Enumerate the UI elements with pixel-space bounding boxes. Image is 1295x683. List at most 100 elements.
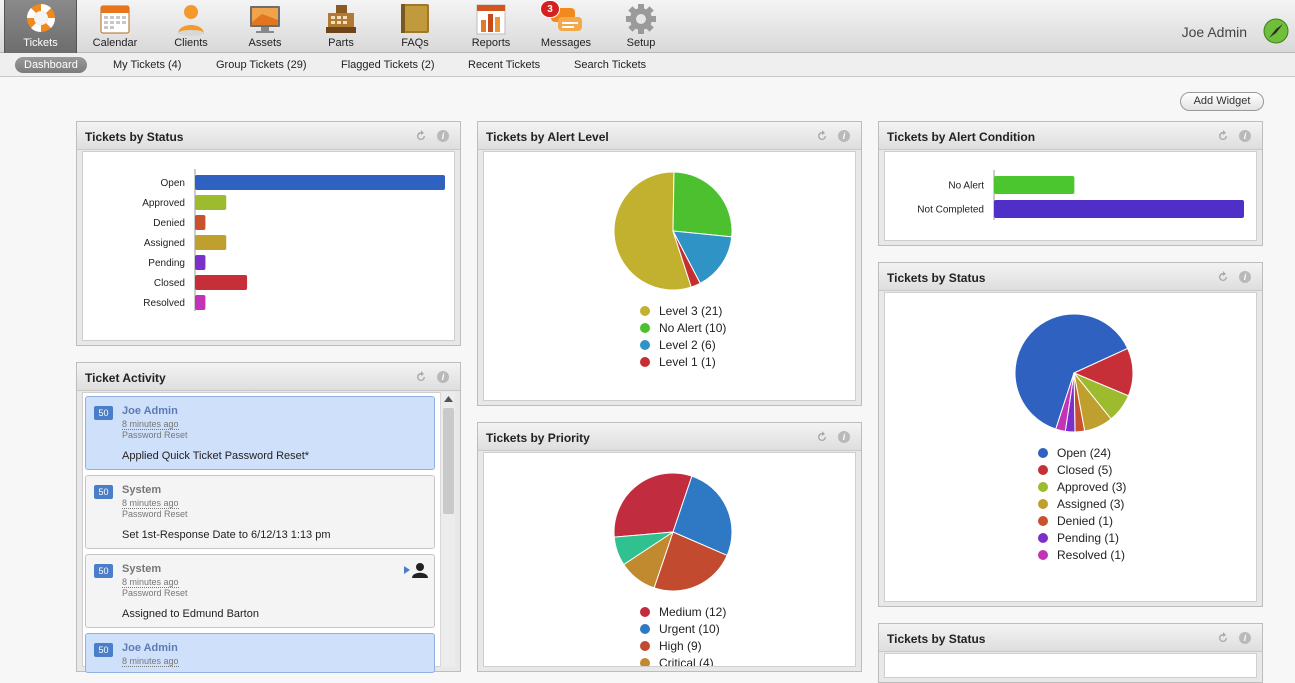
activity-author: System	[122, 563, 162, 575]
legend-item: Level 3 (21)	[640, 303, 726, 320]
info-icon[interactable]: i	[1239, 632, 1251, 644]
nav-faqs[interactable]: FAQs	[380, 0, 450, 53]
alert-level-legend: Level 3 (21) No Alert (10) Level 2 (6) Leve…	[640, 303, 726, 371]
priority-legend: Medium (12) Urgent (10) High (9) Critical (…	[640, 604, 726, 667]
info-icon[interactable]: i	[838, 431, 850, 443]
nav-label: Reports	[471, 37, 511, 49]
refresh-icon[interactable]	[415, 371, 427, 383]
info-icon[interactable]: i	[437, 130, 449, 142]
legend-item: Medium (12)	[640, 604, 726, 621]
refresh-icon[interactable]	[415, 130, 427, 142]
nav-setup[interactable]: Setup	[606, 0, 676, 53]
pie-slice[interactable]	[672, 171, 733, 238]
widget-title: Ticket Activity	[85, 371, 166, 385]
legend-label: Level 2 (6)	[659, 338, 716, 352]
widget-title: Tickets by Status	[887, 271, 986, 285]
nav-label: Assets	[248, 37, 282, 49]
subtab-dashboard[interactable]: Dashboard	[15, 57, 87, 73]
refresh-icon[interactable]	[816, 130, 828, 142]
nav-assets[interactable]: Assets	[230, 0, 300, 53]
legend-label: Open (24)	[1057, 446, 1112, 460]
nav-tickets[interactable]: Tickets	[4, 0, 77, 53]
nav-label: Parts	[328, 37, 354, 49]
status-pie-legend: Open (24) Closed (5) Approved (3) Assigned …	[1038, 445, 1126, 564]
widget-header: Ticket Activity i	[77, 363, 460, 391]
compass-status-icon[interactable]	[1263, 18, 1289, 44]
activity-item[interactable]: 50 System 8 minutes ago Password Reset S…	[85, 475, 435, 549]
bar[interactable]	[994, 176, 1075, 194]
refresh-icon[interactable]	[1217, 271, 1229, 283]
widget-header: Tickets by Status i	[77, 122, 460, 150]
legend-item: Assigned (3)	[1038, 496, 1126, 513]
ticket-number-badge: 50	[94, 564, 113, 578]
nav-label: Tickets	[23, 37, 58, 49]
bar[interactable]	[195, 275, 248, 290]
bar[interactable]	[195, 175, 445, 190]
activity-time: 8 minutes ago	[122, 498, 179, 509]
bar[interactable]	[195, 235, 227, 250]
activity-item[interactable]: 50 Joe Admin 8 minutes ago	[85, 633, 435, 673]
nav-calendar[interactable]: Calendar	[80, 0, 150, 53]
legend-label: Approved (3)	[1057, 480, 1127, 494]
info-icon[interactable]: i	[1239, 130, 1251, 142]
activity-item[interactable]: 50 Joe Admin 8 minutes ago Password Rese…	[85, 396, 435, 470]
legend-item: Resolved (1)	[1038, 547, 1126, 564]
subtab-flagged-tickets[interactable]: Flagged Tickets (2)	[332, 57, 444, 73]
subtab-my-tickets[interactable]: My Tickets (4)	[104, 57, 190, 73]
legend-swatch	[640, 357, 650, 367]
legend-label: Closed (5)	[1057, 463, 1113, 477]
nav-clients[interactable]: Clients	[156, 0, 226, 53]
widget-title: Tickets by Status	[887, 632, 986, 646]
widget-title: Tickets by Alert Condition	[887, 130, 1036, 144]
legend-label: No Alert (10)	[659, 321, 727, 335]
subtab-search-tickets[interactable]: Search Tickets	[565, 57, 655, 73]
refresh-icon[interactable]	[1217, 130, 1229, 142]
legend-swatch	[640, 624, 650, 634]
legend-label: Critical (4)	[659, 656, 714, 667]
activity-message: Assigned to Edmund Barton	[122, 608, 259, 620]
refresh-icon[interactable]	[816, 431, 828, 443]
subtab-recent-tickets[interactable]: Recent Tickets	[459, 57, 549, 73]
nav-messages[interactable]: 3 Messages	[531, 0, 601, 53]
bar[interactable]	[195, 215, 206, 230]
legend-label: High (9)	[659, 639, 702, 653]
widget-priority: Tickets by Priority i Medium (12) Urgent …	[477, 422, 862, 672]
bar-category-label: Assigned	[144, 238, 185, 249]
subtab-group-tickets[interactable]: Group Tickets (29)	[207, 57, 315, 73]
scrollbar-thumb[interactable]	[443, 408, 454, 514]
legend-swatch	[1038, 482, 1048, 492]
widget-header: Tickets by Status i	[879, 624, 1262, 652]
activity-item[interactable]: 50 System 8 minutes ago Password Reset A…	[85, 554, 435, 628]
nav-label: Calendar	[92, 37, 138, 49]
chart-icon	[476, 4, 506, 35]
alert-level-pie	[613, 171, 733, 291]
info-icon[interactable]: i	[838, 130, 850, 142]
info-icon[interactable]: i	[437, 371, 449, 383]
bar[interactable]	[994, 200, 1244, 218]
info-icon[interactable]: i	[1239, 271, 1251, 283]
nav-reports[interactable]: Reports	[456, 0, 526, 53]
bar-category-label: Closed	[154, 278, 185, 289]
legend-swatch	[1038, 533, 1048, 543]
alert-condition-bar-chart: No Alert Not Completed	[917, 170, 1244, 220]
status-pie	[1014, 313, 1134, 433]
user-name[interactable]: Joe Admin	[1182, 24, 1247, 40]
bar-category-label: Approved	[142, 198, 185, 209]
widget-body	[884, 653, 1257, 678]
top-navigation: Tickets Calendar Clients Assets Parts FA…	[0, 0, 1295, 53]
bar[interactable]	[195, 195, 227, 210]
legend-swatch	[640, 340, 650, 350]
activity-scrollbar[interactable]	[440, 392, 455, 667]
legend-swatch	[640, 306, 650, 316]
scroll-up-arrow-icon[interactable]	[444, 396, 453, 402]
widget-status-pie: Tickets by Status i Open (24) Closed (5) A…	[878, 262, 1263, 607]
bar-category-label: Denied	[153, 218, 185, 229]
legend-item: High (9)	[640, 638, 726, 655]
bar[interactable]	[195, 255, 206, 270]
bar[interactable]	[195, 295, 206, 310]
add-widget-button[interactable]: Add Widget	[1180, 92, 1264, 111]
activity-ticket-subject: Password Reset	[122, 509, 188, 519]
refresh-icon[interactable]	[1217, 632, 1229, 644]
cash-register-icon	[326, 5, 356, 33]
nav-parts[interactable]: Parts	[306, 0, 376, 53]
